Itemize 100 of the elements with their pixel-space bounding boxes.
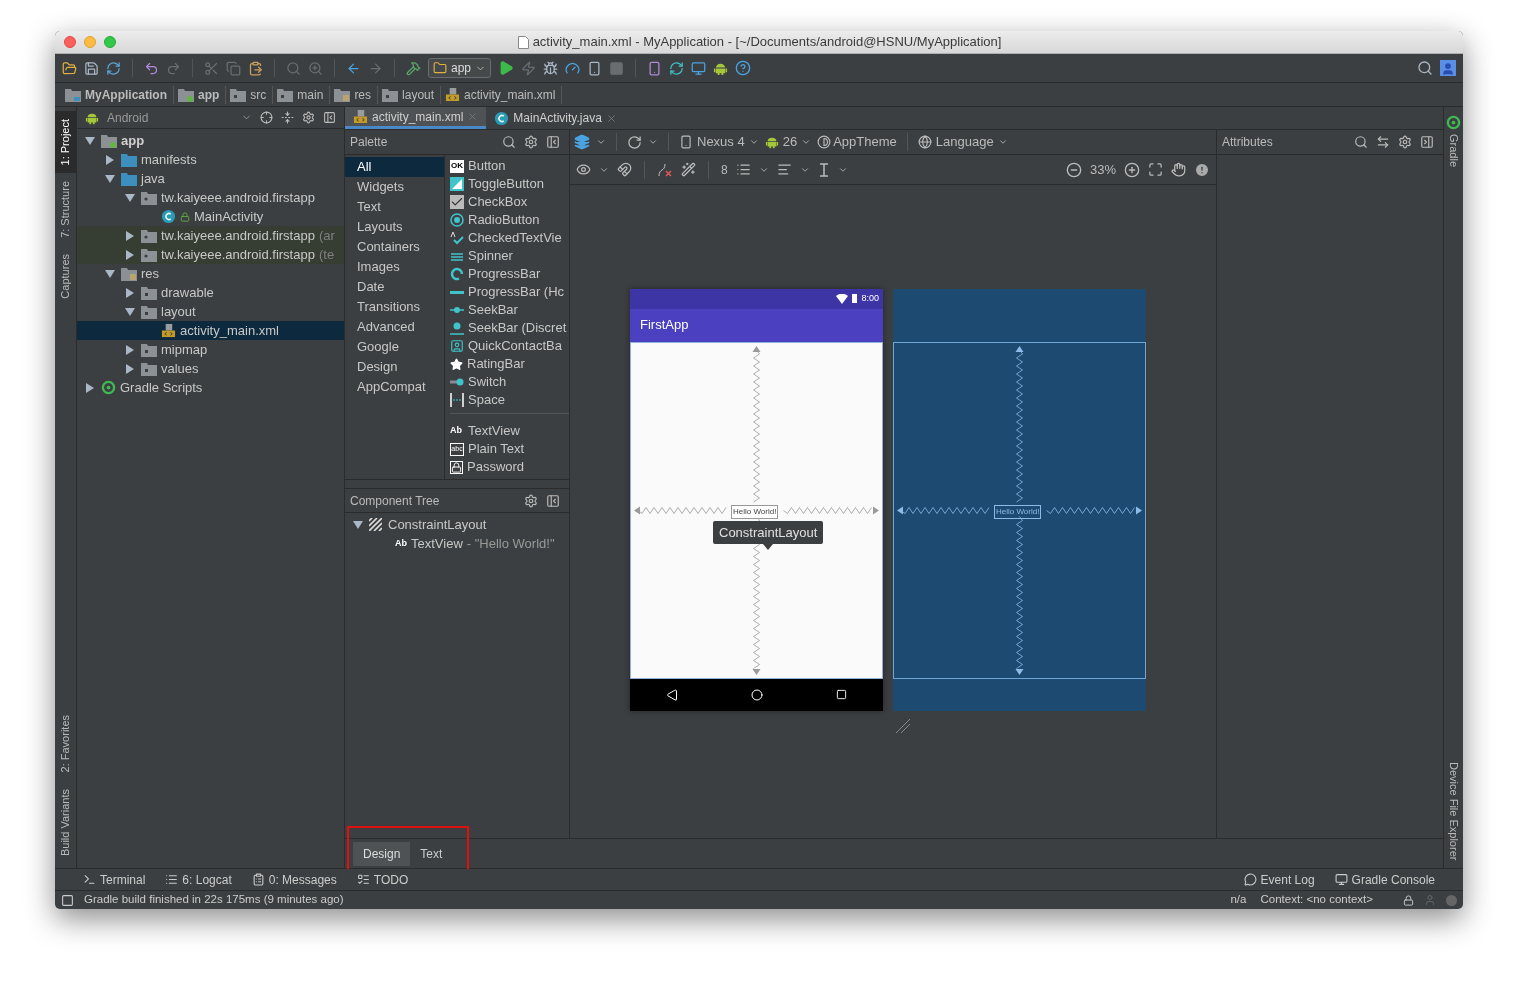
swap-icon[interactable] [1376, 135, 1390, 149]
tool-window-tab[interactable]: Build Variants [55, 780, 76, 864]
avd-manager-icon[interactable] [647, 60, 663, 76]
palette-widget[interactable]: QuickContactBa [450, 337, 569, 355]
collapsed-arrow-icon[interactable] [126, 249, 134, 260]
tool-window-tab[interactable]: 7: Structure [55, 173, 76, 247]
resize-handle-icon[interactable] [894, 716, 912, 735]
palette-widget[interactable]: Password [450, 458, 569, 476]
panel-toggle-icon[interactable] [61, 893, 74, 907]
project-structure-icon[interactable] [691, 60, 707, 76]
palette-category[interactable]: All [345, 157, 444, 177]
sync-icon[interactable] [106, 60, 121, 76]
tool-window-button[interactable]: 6: Logcat [165, 870, 232, 889]
settings-icon[interactable] [1398, 135, 1412, 149]
editor-tab[interactable]: activity_main.xml [345, 107, 487, 129]
device-dropdown[interactable]: Nexus 4 [679, 132, 759, 152]
settings-icon[interactable] [302, 111, 315, 124]
settings-icon[interactable] [524, 493, 538, 508]
palette-widget[interactable]: Ab TextView [450, 422, 569, 440]
palette-widget[interactable]: ProgressBar [450, 265, 569, 283]
pan-icon[interactable] [1171, 162, 1186, 177]
gradle-sync-icon[interactable] [669, 60, 685, 76]
open-icon[interactable] [62, 60, 77, 76]
palette-category[interactable]: Date [345, 277, 444, 297]
fit-screen-icon[interactable] [1148, 162, 1163, 177]
magnet-icon[interactable] [617, 162, 632, 177]
tool-window-tab[interactable]: Device File Explorer [1445, 761, 1462, 860]
breadcrumb[interactable]: MyApplication [65, 85, 174, 104]
tree-item[interactable]: drawable [77, 283, 344, 302]
expanded-arrow-icon[interactable] [85, 136, 95, 145]
palette-category[interactable]: Layouts [345, 217, 444, 237]
save-icon[interactable] [84, 60, 99, 76]
breadcrumb[interactable]: layout [382, 85, 442, 104]
palette-widget[interactable]: Space [450, 391, 569, 409]
editor-mode-tab[interactable]: Design [353, 842, 411, 866]
palette-category[interactable]: Widgets [345, 177, 444, 197]
hammer-icon[interactable] [406, 60, 421, 76]
collapse-icon[interactable] [281, 111, 294, 124]
tool-window-tab[interactable]: Gradle [1445, 115, 1462, 168]
editor-mode-tab[interactable]: Text [410, 842, 453, 866]
tool-window-button[interactable]: Event Log [1243, 870, 1315, 889]
palette-widget[interactable]: SeekBar (Discret [450, 319, 569, 337]
settings-icon[interactable] [524, 135, 538, 149]
hide-icon[interactable] [323, 111, 336, 124]
wand-icon[interactable] [681, 162, 696, 177]
palette-category[interactable]: Text [345, 197, 444, 217]
palette-widget[interactable]: Spinner [450, 247, 569, 265]
tree-item[interactable]: manifests [77, 150, 344, 169]
search-icon[interactable] [502, 135, 516, 149]
palette-widget[interactable]: OK Button [450, 157, 569, 175]
align-icon[interactable] [776, 162, 792, 177]
palette-widget[interactable]: SeekBar [450, 301, 569, 319]
palette-category[interactable]: Containers [345, 237, 444, 257]
palette-widget[interactable]: RadioButton [450, 211, 569, 229]
zoom-out-icon[interactable] [1065, 161, 1082, 178]
palette-category[interactable]: Design [345, 357, 444, 377]
profiler-icon[interactable] [565, 60, 581, 76]
tree-item[interactable]: tw.kaiyeee.android.firstapp (te [77, 245, 344, 264]
breadcrumb[interactable]: src [230, 85, 274, 104]
clear-constraints-icon[interactable] [657, 161, 673, 178]
collapsed-arrow-icon[interactable] [126, 363, 134, 374]
palette-category[interactable]: Google [345, 337, 444, 357]
tool-window-button[interactable]: TODO [356, 870, 409, 889]
expanded-arrow-icon[interactable] [125, 307, 135, 316]
hide-icon[interactable] [546, 135, 560, 149]
palette-category[interactable]: Images [345, 257, 444, 277]
run-config-dropdown[interactable]: app [428, 58, 492, 78]
pack-icon[interactable] [735, 162, 751, 177]
tool-window-button[interactable]: 0: Messages [251, 870, 337, 889]
tree-item[interactable]: Ab TextView - "Hello World!" [345, 534, 569, 553]
tool-window-button[interactable]: Gradle Console [1334, 870, 1435, 889]
orientation-icon[interactable] [627, 134, 642, 150]
palette-category[interactable]: AppCompat [345, 377, 444, 397]
palette-widget[interactable]: Switch [450, 373, 569, 391]
warning-icon[interactable] [1194, 161, 1210, 178]
breadcrumb[interactable]: app [178, 85, 227, 104]
collapsed-arrow-icon[interactable] [86, 382, 94, 393]
palette-widget[interactable]: ProgressBar (Hc [450, 283, 569, 301]
search-icon[interactable] [1354, 135, 1368, 149]
locate-icon[interactable] [260, 111, 273, 124]
tree-item[interactable]: MainActivity [77, 207, 344, 226]
palette-widget[interactable]: RatingBar [450, 355, 569, 373]
theme-button[interactable]: AppTheme [817, 132, 897, 152]
hide-icon[interactable] [1420, 135, 1434, 149]
tree-item[interactable]: ConstraintLayout [345, 515, 569, 534]
palette-category[interactable]: Transitions [345, 297, 444, 317]
palette-widget[interactable]: CheckBox [450, 193, 569, 211]
layers-icon[interactable] [574, 134, 590, 150]
tree-item[interactable]: app [77, 131, 344, 150]
undo-icon[interactable] [144, 60, 159, 76]
zoom-in-icon[interactable] [1124, 161, 1140, 178]
tool-window-tab[interactable]: Captures [55, 246, 76, 307]
search-icon[interactable] [1417, 60, 1433, 76]
palette-widget[interactable]: CheckedTextVie [450, 229, 569, 247]
collapsed-arrow-icon[interactable] [126, 287, 134, 298]
tree-item[interactable]: mipmap [77, 340, 344, 359]
tree-item[interactable]: tw.kaiyeee.android.firstapp (ar [77, 226, 344, 245]
breadcrumb[interactable]: res [334, 85, 379, 104]
expanded-arrow-icon[interactable] [353, 520, 363, 529]
collapsed-arrow-icon[interactable] [106, 154, 114, 165]
